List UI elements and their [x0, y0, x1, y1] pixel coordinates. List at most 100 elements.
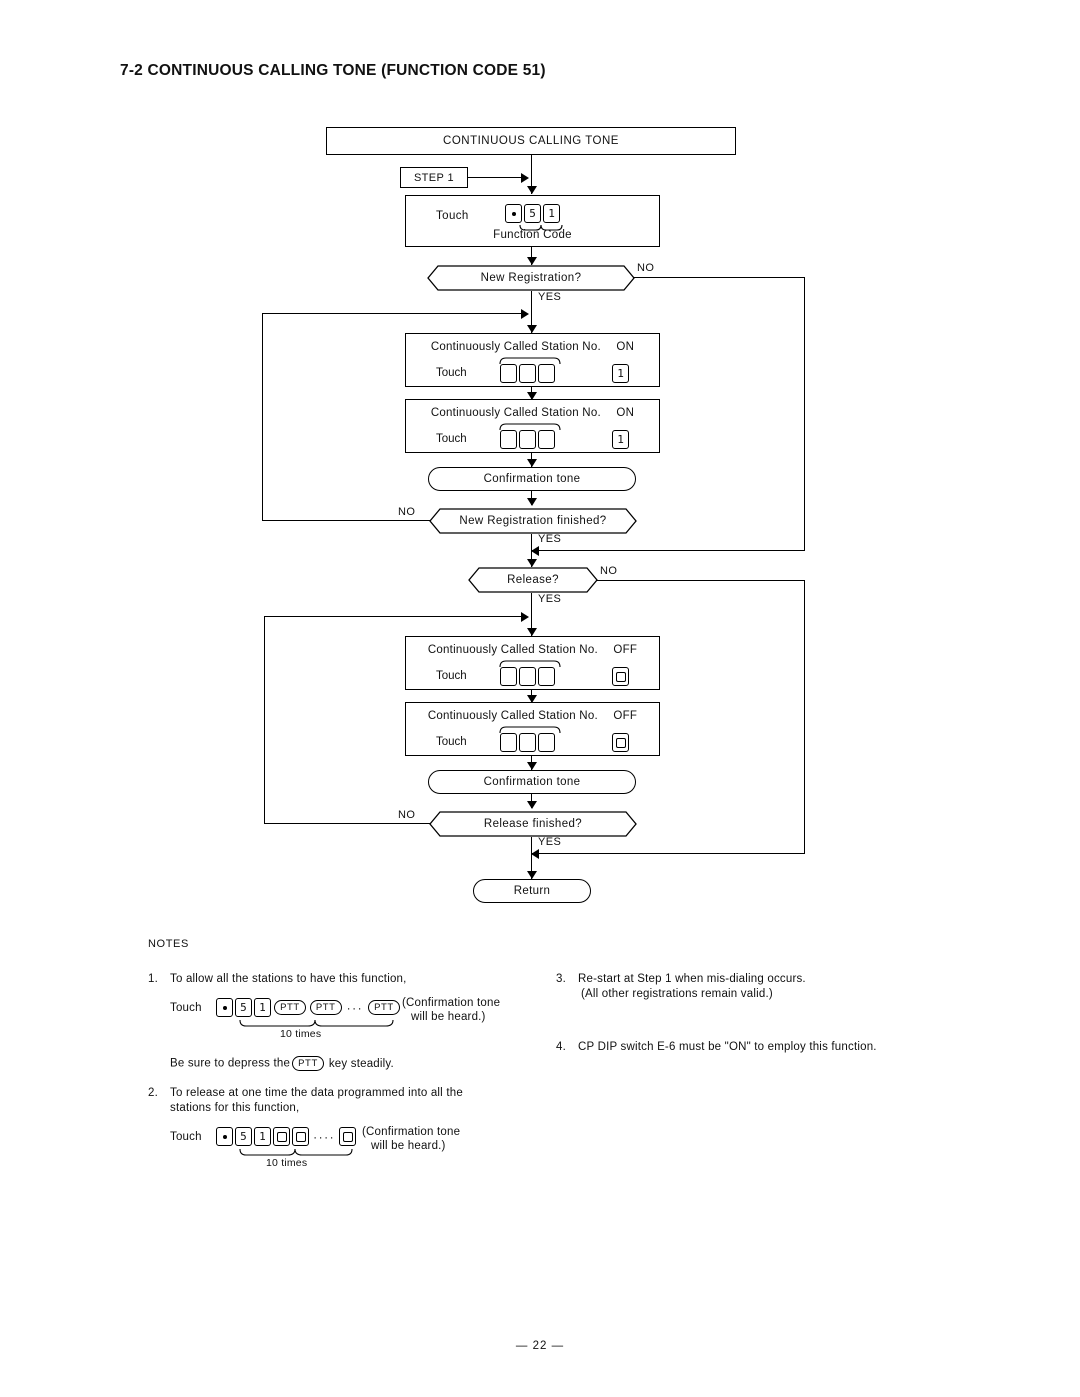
- decision-release-label: Release?: [507, 574, 559, 586]
- station-key-3[interactable]: [538, 733, 555, 752]
- key-ptt-footer[interactable]: PTT: [292, 1056, 324, 1071]
- connector-newregfinished-no-up: [262, 313, 264, 521]
- edge-label-release-no: NO: [600, 565, 618, 577]
- station-keys-brace-4: [499, 726, 561, 734]
- station-keys-brace-1: [499, 357, 561, 365]
- connector-releasefinished-no-up: [264, 616, 266, 824]
- function-code-keys: 51: [504, 204, 561, 223]
- arrow-step1-right: [521, 172, 529, 183]
- station-keys-brace-2: [499, 423, 561, 431]
- station-key-2[interactable]: [519, 430, 536, 449]
- key-1[interactable]: 1: [254, 1127, 272, 1146]
- decision-release-finished: Release finished?: [429, 811, 637, 837]
- flowchart-title-label: CONTINUOUS CALLING TONE: [443, 135, 619, 147]
- station-key-2[interactable]: [519, 667, 536, 686]
- page-number: — 22 —: [515, 1340, 565, 1352]
- station-box-off-1-touch-label: Touch: [436, 670, 467, 682]
- station-box-off-2-state-key[interactable]: [611, 733, 630, 752]
- edge-label-newregfinished-yes: YES: [538, 533, 562, 545]
- station-box-on-1: Continuously Called Station No. ON Touch…: [405, 333, 660, 387]
- key-1[interactable]: 1: [543, 204, 560, 223]
- step-1-tag: STEP 1: [400, 167, 468, 188]
- decision-new-registration-finished-label: New Registration finished?: [459, 515, 607, 527]
- station-key-1[interactable]: [500, 364, 517, 383]
- key-dot[interactable]: [216, 998, 234, 1017]
- station-box-on-2-keys: [499, 430, 556, 449]
- station-key-1[interactable]: [500, 430, 517, 449]
- edge-label-new-registration-no: NO: [637, 262, 655, 274]
- key-dot[interactable]: [216, 1127, 234, 1146]
- key-zero-3[interactable]: [339, 1127, 357, 1146]
- station-key-2[interactable]: [519, 733, 536, 752]
- edge-label-new-registration-yes: YES: [538, 291, 562, 303]
- connector-newregfinished-no-left: [262, 520, 434, 522]
- arrow-into-new-registration: [526, 257, 537, 265]
- step-1-label: STEP 1: [413, 171, 455, 184]
- note-1-line-1: To allow all the stations to have this f…: [170, 973, 407, 985]
- note-3-number: 3.: [556, 973, 566, 985]
- note-1-group-label: 10 times: [280, 1028, 322, 1040]
- flowchart-title-box: CONTINUOUS CALLING TONE: [326, 127, 736, 155]
- station-box-off-1-title: Continuously Called Station No. OFF: [427, 644, 638, 656]
- station-box-off-2-touch-label: Touch: [436, 736, 467, 748]
- note-1-footer: Be sure to depress the PTT key steadily.: [170, 1056, 550, 1071]
- station-key-3[interactable]: [538, 430, 555, 449]
- key-1[interactable]: 1: [254, 998, 272, 1017]
- note-3-line-1: Re-start at Step 1 when mis-dialing occu…: [578, 973, 806, 985]
- key-zero-2[interactable]: [292, 1127, 310, 1146]
- arrow-into-return: [526, 871, 537, 879]
- connector-newreg-no-back: [531, 550, 805, 552]
- note-1-paren-line-2: will be heard.): [411, 1011, 486, 1023]
- key-5[interactable]: 5: [235, 1127, 253, 1146]
- connector-newreg-no-down: [804, 277, 806, 551]
- return-label: Return: [513, 885, 551, 897]
- decision-new-registration-label: New Registration?: [480, 272, 582, 284]
- note-2-paren-line-2: will be heard.): [371, 1140, 446, 1152]
- note-1-touch-label: Touch: [170, 1001, 202, 1014]
- decision-release: Release?: [468, 567, 598, 593]
- connector-releasefinished-no-left: [264, 823, 436, 825]
- key-ptt-1[interactable]: PTT: [274, 1000, 306, 1015]
- key-ptt-3[interactable]: PTT: [368, 1000, 400, 1015]
- station-box-off-2: Continuously Called Station No. OFF Touc…: [405, 702, 660, 756]
- arrow-into-station-on-1: [526, 325, 537, 333]
- station-box-off-1-state: OFF: [613, 644, 638, 656]
- station-key-2[interactable]: [519, 364, 536, 383]
- key-dot[interactable]: [505, 204, 522, 223]
- arrow-into-confirmation-tone-1: [526, 459, 537, 467]
- note-1-paren-line-1: (Confirmation tone: [402, 997, 501, 1009]
- key-zero-1[interactable]: [273, 1127, 291, 1146]
- edge-label-releasefinished-yes: YES: [538, 836, 562, 848]
- station-key-1[interactable]: [500, 667, 517, 686]
- station-box-on-2-state-key[interactable]: 1: [611, 430, 630, 449]
- note-2-line-2: stations for this function,: [170, 1102, 300, 1114]
- note-1-number: 1.: [148, 973, 158, 985]
- station-box-on-1-keys: [499, 364, 556, 383]
- note-2-touch-label: Touch: [170, 1130, 202, 1143]
- confirmation-tone-1-label: Confirmation tone: [483, 473, 581, 485]
- key-5[interactable]: 5: [524, 204, 541, 223]
- key-ptt-2[interactable]: PTT: [309, 1000, 342, 1015]
- document-page: 7-2 CONTINUOUS CALLING TONE (FUNCTION CO…: [0, 0, 1080, 1397]
- confirmation-tone-2-label: Confirmation tone: [483, 776, 581, 788]
- arrow-into-confirmation-tone-2: [526, 762, 537, 770]
- station-box-off-1-state-key[interactable]: [611, 667, 630, 686]
- key-5[interactable]: 5: [235, 998, 253, 1017]
- function-code-box: Touch 51 Function Code: [405, 195, 660, 247]
- arrow-into-release: [526, 559, 537, 567]
- station-box-on-1-touch-label: Touch: [436, 367, 467, 379]
- note-1-ellipsis: ···: [346, 1000, 364, 1015]
- station-box-on-1-state: ON: [616, 341, 635, 353]
- station-key-3[interactable]: [538, 364, 555, 383]
- edge-label-newregfinished-no: NO: [398, 506, 416, 518]
- station-key-1[interactable]: [500, 733, 517, 752]
- station-box-on-1-state-key[interactable]: 1: [611, 364, 630, 383]
- function-code-touch-label: Touch: [436, 210, 469, 222]
- arrow-into-station-off-1: [526, 628, 537, 636]
- station-box-off-1: Continuously Called Station No. OFF Touc…: [405, 636, 660, 690]
- note-2-paren-line-1: (Confirmation tone: [362, 1126, 461, 1138]
- station-key-3[interactable]: [538, 667, 555, 686]
- edge-label-release-yes: YES: [538, 593, 562, 605]
- note-1-footer-after: key steadily.: [328, 1057, 394, 1070]
- decision-new-registration-finished: New Registration finished?: [429, 508, 637, 534]
